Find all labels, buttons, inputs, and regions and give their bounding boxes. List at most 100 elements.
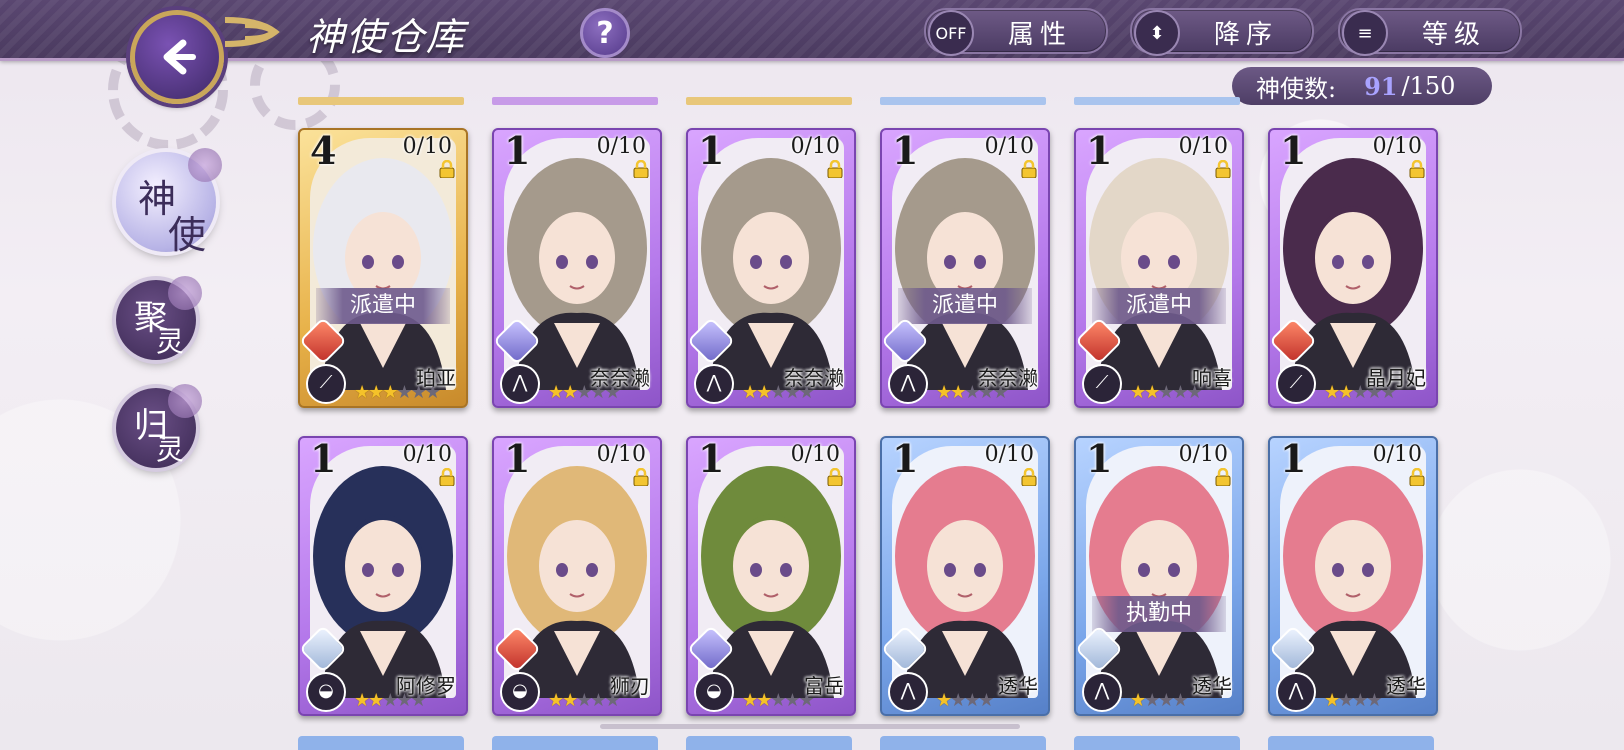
star-icon: ★ (576, 690, 592, 711)
star-icon: ★ (1366, 382, 1382, 403)
card-status-badge: 派遣中 (316, 288, 450, 324)
star-rating: ★★★★★ (1130, 382, 1203, 403)
sort-order-button[interactable]: ⬍ 降序 (1130, 8, 1314, 56)
back-button[interactable] (130, 10, 224, 104)
card-edge (1268, 736, 1434, 750)
lock-icon (1215, 468, 1231, 486)
card-edge (492, 736, 658, 750)
star-icon: ★ (368, 690, 384, 711)
star-icon: ★ (1324, 382, 1340, 403)
attribute-filter-label: 属性 (1007, 20, 1072, 50)
star-icon: ★ (548, 382, 564, 403)
card-level: 1 (1086, 436, 1113, 481)
lock-icon (439, 468, 455, 486)
star-icon: ★ (576, 382, 592, 403)
lock-icon (1215, 160, 1231, 178)
star-icon: ★ (562, 382, 578, 403)
star-icon: ★ (604, 382, 621, 403)
claw-weapon-icon: ⋀ (500, 364, 540, 404)
character-card[interactable]: 1 0/10 ⋀ 透华 ★★★★ (880, 436, 1050, 716)
card-edge (880, 97, 1046, 105)
character-card[interactable]: 1 0/10 ◒ 狮刃 ★★★★★ (492, 436, 662, 716)
star-icon: ★ (964, 690, 980, 711)
star-icon: ★ (784, 382, 800, 403)
character-card[interactable]: 1 0/10 ⋀ 奈奈濑 ★★★★★ (492, 128, 662, 408)
star-icon: ★ (1144, 690, 1160, 711)
star-icon: ★ (756, 382, 772, 403)
sword-weapon-icon: ⟋ (306, 364, 346, 404)
card-level: 1 (892, 436, 919, 481)
star-icon: ★ (396, 382, 412, 403)
sort-field-button[interactable]: ≡ 等级 (1338, 8, 1522, 56)
attribute-filter-button[interactable]: OFF 属性 (924, 8, 1108, 56)
character-card[interactable]: 1 0/10 执勤中 ⋀ 透华 ★★★★ (1074, 436, 1244, 716)
star-icon: ★ (1338, 690, 1354, 711)
star-icon: ★ (770, 382, 786, 403)
claw-weapon-icon: ⋀ (694, 364, 734, 404)
sidebar-item-guiling[interactable]: 归 灵 (116, 384, 202, 468)
card-fragment-count: 0/10 (596, 442, 646, 467)
card-fragment-count: 0/10 (402, 134, 452, 159)
character-card[interactable]: 1 0/10 派遣中 ⋀ 奈奈濑 ★★★★★ (880, 128, 1050, 408)
help-button[interactable]: ? (580, 8, 630, 58)
star-icon: ★ (382, 382, 398, 403)
star-icon: ★ (1130, 382, 1146, 403)
card-level: 1 (892, 128, 919, 173)
card-edge (298, 736, 464, 750)
character-card[interactable]: 1 0/10 ⟋ 晶月妃 ★★★★★ (1268, 128, 1438, 408)
card-level: 1 (698, 436, 725, 481)
sidebar-item-char-2: 灵 (156, 325, 185, 358)
star-icon: ★ (396, 690, 412, 711)
star-icon: ★ (590, 690, 606, 711)
character-name: 透华 (1192, 674, 1232, 698)
sidebar-item-shenshi[interactable]: 神 使 (116, 148, 222, 257)
card-status-badge: 执勤中 (1092, 596, 1226, 632)
card-fragment-count: 0/10 (1372, 134, 1422, 159)
star-icon: ★ (950, 382, 966, 403)
star-icon: ★ (548, 690, 564, 711)
character-card[interactable]: 1 0/10 派遣中 ⟋ 响喜 ★★★★★ (1074, 128, 1244, 408)
star-icon: ★ (410, 690, 427, 711)
star-icon: ★ (1352, 382, 1368, 403)
star-icon: ★ (1352, 690, 1368, 711)
card-level: 1 (504, 128, 531, 173)
star-icon: ★ (354, 690, 370, 711)
claw-weapon-icon: ⋀ (1276, 672, 1316, 712)
lock-icon (633, 468, 649, 486)
sidebar-item-juling[interactable]: 聚 灵 (116, 276, 202, 360)
card-edge (686, 736, 852, 750)
lock-icon (827, 468, 843, 486)
character-card[interactable]: 1 0/10 ◒ 富岳 ★★★★★ (686, 436, 856, 716)
card-fragment-count: 0/10 (1178, 134, 1228, 159)
star-rating: ★★★★★ (548, 690, 621, 711)
character-card[interactable]: 1 0/10 ⋀ 奈奈濑 ★★★★★ (686, 128, 856, 408)
lock-icon (827, 160, 843, 178)
star-icon: ★ (1158, 690, 1174, 711)
star-icon: ★ (1338, 382, 1354, 403)
star-icon: ★ (604, 690, 621, 711)
sort-field-label: 等级 (1421, 20, 1486, 50)
helm-weapon-icon: ◒ (306, 672, 346, 712)
character-card[interactable]: 4 0/10 派遣中 ⟋ 珀亚 ★★★★★★ (298, 128, 468, 408)
helm-weapon-icon: ◒ (694, 672, 734, 712)
grid-scrollbar[interactable] (600, 724, 1020, 729)
lock-icon (439, 160, 455, 178)
off-toggle-icon: OFF (928, 10, 974, 56)
star-rating: ★★★★ (1130, 690, 1189, 711)
claw-weapon-icon: ⋀ (888, 364, 928, 404)
star-icon: ★ (354, 382, 370, 403)
star-icon: ★ (1172, 690, 1188, 711)
card-fragment-count: 0/10 (1372, 442, 1422, 467)
character-card[interactable]: 1 0/10 ◒ 阿修罗 ★★★★★ (298, 436, 468, 716)
star-icon: ★ (1172, 382, 1188, 403)
star-rating: ★★★★ (1324, 690, 1383, 711)
star-icon: ★ (742, 690, 758, 711)
card-fragment-count: 0/10 (402, 442, 452, 467)
character-card[interactable]: 1 0/10 ⋀ 透华 ★★★★ (1268, 436, 1438, 716)
star-icon: ★ (1158, 382, 1174, 403)
helm-weapon-icon: ◒ (500, 672, 540, 712)
star-rating: ★★★★★ (936, 382, 1009, 403)
flower-icon (168, 384, 202, 418)
card-fragment-count: 0/10 (984, 134, 1034, 159)
sort-order-label: 降序 (1213, 20, 1278, 50)
